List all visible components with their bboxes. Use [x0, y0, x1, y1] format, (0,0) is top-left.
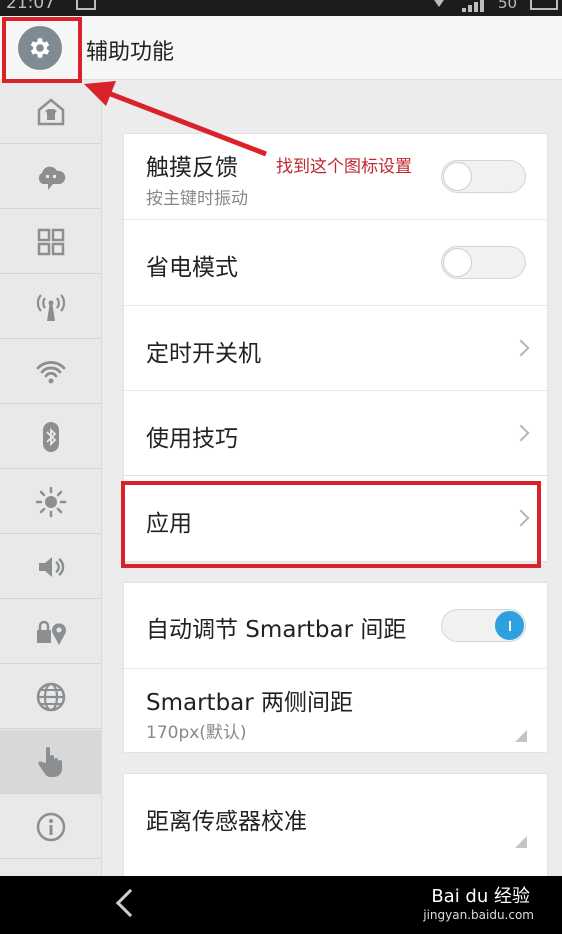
sidebar-item-cloud[interactable] — [0, 145, 101, 209]
row-sensor-calibration[interactable]: 距离传感器校准 — [124, 774, 547, 860]
sidebar-item-network[interactable] — [0, 275, 101, 339]
theme-shirt-icon — [37, 97, 64, 125]
touch-feedback-sub: 按主键时振动 — [146, 189, 248, 209]
wifi-status-icon — [432, 0, 446, 9]
toggle-knob — [495, 611, 524, 640]
lock-location-icon — [36, 620, 66, 645]
row-power-save[interactable]: 省电模式 — [124, 220, 547, 306]
hand-pointer-icon — [37, 746, 62, 777]
volume-icon — [38, 556, 64, 577]
bottom-navigation-bar: Bai du 经验 jingyan.baidu.com — [0, 876, 562, 934]
row-tips[interactable]: 使用技巧 — [124, 391, 547, 477]
row-scheduled-power[interactable]: 定时开关机 — [124, 306, 547, 391]
dropdown-corner-icon — [515, 730, 527, 742]
image-notification-icon — [76, 0, 96, 10]
tips-label: 使用技巧 — [146, 426, 238, 452]
battery-level: 50 — [498, 0, 518, 12]
sidebar-item-display[interactable] — [0, 470, 101, 534]
highlight-box-apps — [121, 481, 541, 568]
sidebar-item-language[interactable] — [0, 665, 101, 729]
sidebar-item-sound[interactable] — [0, 535, 101, 599]
sensor-calibration-label: 距离传感器校准 — [146, 809, 307, 835]
smartbar-spacing-value: 170px(默认) — [146, 723, 247, 743]
smartbar-spacing-label: Smartbar 两侧间距 — [146, 690, 354, 716]
signal-icon — [462, 0, 488, 12]
highlight-box-gear — [2, 17, 82, 83]
power-save-toggle[interactable] — [441, 246, 526, 279]
status-bar: 21:07 50 — [0, 0, 562, 16]
sidebar-item-about[interactable] — [0, 795, 101, 859]
settings-card-general: 触摸反馈 按主键时振动 省电模式 定时开关机 使用技巧 — [123, 133, 548, 476]
watermark-brand: Bai du 经验 — [431, 886, 530, 907]
auto-smartbar-label: 自动调节 Smartbar 间距 — [146, 617, 407, 643]
info-icon — [36, 812, 65, 841]
bluetooth-icon — [42, 421, 59, 452]
chevron-right-icon — [512, 339, 530, 357]
scheduled-power-label: 定时开关机 — [146, 341, 261, 367]
row-auto-smartbar[interactable]: 自动调节 Smartbar 间距 — [124, 583, 547, 669]
row-smartbar-spacing[interactable]: Smartbar 两侧间距 170px(默认) — [124, 669, 547, 754]
globe-icon — [36, 682, 65, 711]
back-icon[interactable] — [115, 888, 145, 918]
header: 辅助功能 — [0, 16, 562, 80]
chevron-right-icon — [512, 424, 530, 442]
settings-card-sensor: 距离传感器校准 — [123, 773, 548, 876]
sidebar-item-apps[interactable] — [0, 210, 101, 274]
auto-smartbar-toggle[interactable] — [441, 609, 526, 642]
status-time: 21:07 — [6, 0, 55, 13]
power-save-label: 省电模式 — [146, 255, 238, 281]
row-touch-feedback[interactable]: 触摸反馈 按主键时振动 — [124, 134, 547, 220]
touch-feedback-label: 触摸反馈 — [146, 155, 238, 181]
dropdown-corner-icon — [515, 836, 527, 848]
wifi-icon — [36, 360, 65, 383]
sidebar-item-wifi[interactable] — [0, 340, 101, 404]
antenna-icon — [36, 293, 65, 321]
toggle-knob — [443, 162, 472, 191]
watermark-url: jingyan.baidu.com — [423, 908, 534, 922]
page-title: 辅助功能 — [86, 40, 175, 65]
sidebar-item-security[interactable] — [0, 600, 101, 664]
brightness-icon — [35, 486, 66, 517]
battery-icon — [530, 0, 558, 10]
toggle-knob — [443, 248, 472, 277]
sidebar-item-accessibility[interactable] — [0, 730, 101, 794]
annotation-text: 找到这个图标设置 — [276, 157, 412, 177]
settings-card-smartbar: 自动调节 Smartbar 间距 Smartbar 两侧间距 170px(默认) — [123, 582, 548, 753]
touch-feedback-toggle[interactable] — [441, 160, 526, 193]
cloud-chat-icon — [38, 166, 65, 190]
grid-apps-icon — [37, 228, 64, 255]
sidebar — [0, 80, 102, 876]
sidebar-item-bluetooth[interactable] — [0, 405, 101, 469]
sidebar-item-theme[interactable] — [0, 80, 101, 144]
